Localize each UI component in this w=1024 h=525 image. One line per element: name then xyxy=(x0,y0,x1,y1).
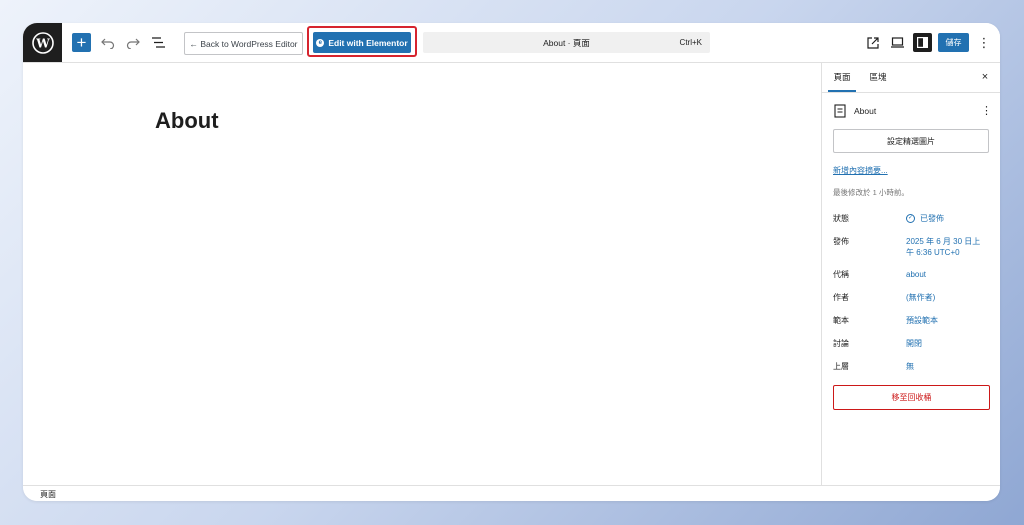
device-preview-button[interactable] xyxy=(888,33,907,52)
document-overview-button[interactable] xyxy=(149,33,167,52)
sidebar-panel-icon xyxy=(917,37,928,48)
desktop-icon xyxy=(891,37,904,48)
meta-value[interactable]: 無 xyxy=(906,361,988,372)
undo-button[interactable] xyxy=(99,33,117,52)
view-page-button[interactable] xyxy=(863,33,882,52)
external-link-icon xyxy=(866,36,879,49)
status-value[interactable]: ✓ 已發佈 xyxy=(906,213,988,224)
sidebar-tabs: 頁面 區塊 × xyxy=(822,63,1000,93)
save-button[interactable]: 儲存 xyxy=(938,33,969,52)
editor-window: W + ← Back to WordPress Editor e Edit wi… xyxy=(23,23,1000,501)
document-actions-icon[interactable]: ⋮ xyxy=(981,104,992,117)
set-featured-image-button[interactable]: 設定精選圖片 xyxy=(833,129,989,153)
close-icon[interactable]: × xyxy=(978,70,992,84)
meta-value[interactable]: 開閉 xyxy=(906,338,988,349)
meta-key: 上層 xyxy=(833,362,849,371)
command-palette-bar[interactable]: About · 頁面 Ctrl+K xyxy=(423,32,710,53)
tab-block[interactable]: 區塊 xyxy=(864,63,892,91)
more-options-icon[interactable]: ⋮ xyxy=(977,33,991,52)
elementor-button-label: Edit with Elementor xyxy=(328,37,408,48)
meta-value[interactable]: (無作者) xyxy=(906,292,988,303)
back-to-wordpress-editor-button[interactable]: ← Back to WordPress Editor xyxy=(184,32,303,55)
redo-icon xyxy=(126,38,140,49)
last-edited-text: 最後修改於 1 小時前。 xyxy=(833,188,909,197)
command-shortcut: Ctrl+K xyxy=(679,38,702,47)
meta-value[interactable]: about xyxy=(906,269,988,280)
elementor-icon: e xyxy=(316,38,325,47)
meta-value[interactable]: 2025 年 6 月 30 日上午 6:36 UTC+0 xyxy=(906,236,988,258)
meta-key: 狀態 xyxy=(833,214,849,223)
wordpress-logo-icon[interactable]: W xyxy=(23,23,62,62)
add-excerpt-link[interactable]: 新增內容摘要... xyxy=(833,165,888,176)
redo-button[interactable] xyxy=(124,33,142,52)
editor-canvas[interactable]: About xyxy=(23,63,821,485)
tab-page[interactable]: 頁面 xyxy=(828,63,856,92)
meta-key: 發佈 xyxy=(833,237,849,246)
document-summary: About ⋮ xyxy=(834,103,994,119)
meta-key: 作者 xyxy=(833,293,849,302)
document-title: About xyxy=(854,106,877,116)
meta-key: 代稱 xyxy=(833,270,849,279)
page-icon xyxy=(834,104,846,118)
breadcrumb[interactable]: 頁面 xyxy=(40,489,56,500)
meta-key: 範本 xyxy=(833,316,849,325)
meta-value[interactable]: 預設範本 xyxy=(906,315,988,326)
page-title[interactable]: About xyxy=(155,108,219,134)
svg-text:W: W xyxy=(35,36,50,50)
meta-value: 已發佈 xyxy=(920,214,944,223)
add-block-button[interactable]: + xyxy=(72,33,91,52)
list-view-icon xyxy=(151,37,165,48)
plus-icon: + xyxy=(76,33,87,52)
move-to-trash-button[interactable]: 移至回收桶 xyxy=(833,385,990,410)
published-check-icon: ✓ xyxy=(906,214,915,223)
editor-footer: 頁面 xyxy=(23,485,1000,501)
meta-key: 討論 xyxy=(833,339,849,348)
undo-icon xyxy=(101,38,115,49)
settings-toggle-button[interactable] xyxy=(913,33,932,52)
settings-sidebar: 頁面 區塊 × About ⋮ 設定精選圖片 新增內容摘要... 最後修改於 1… xyxy=(821,63,1000,485)
command-bar-title: About · 頁面 xyxy=(543,37,590,48)
editor-toolbar: W + ← Back to WordPress Editor e Edit wi… xyxy=(23,23,1000,63)
edit-with-elementor-button[interactable]: e Edit with Elementor xyxy=(313,32,411,53)
